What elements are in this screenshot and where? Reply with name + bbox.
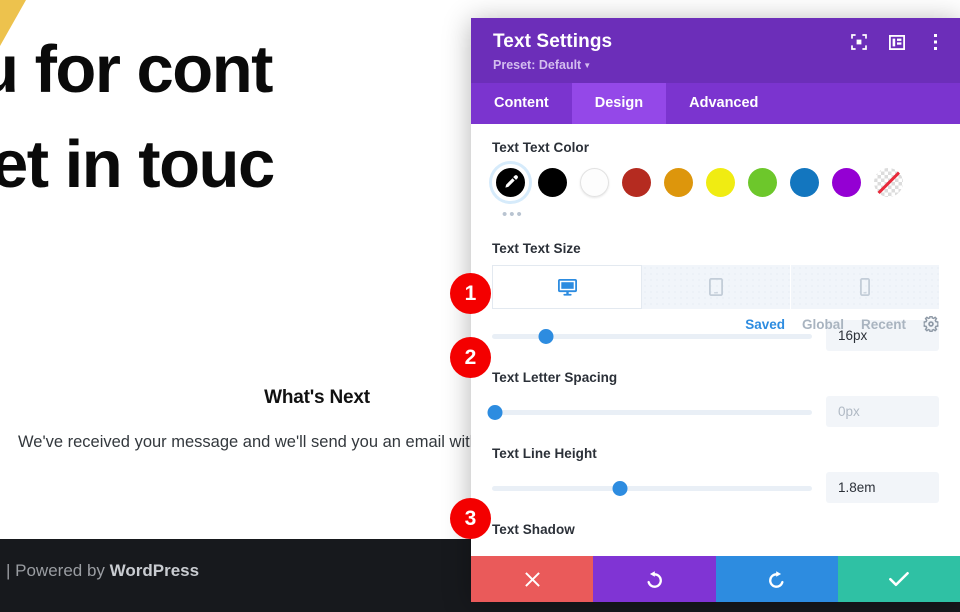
label-text-size: Text Text Size (492, 241, 581, 256)
swatch-green-wrap (744, 164, 781, 201)
line-height-value[interactable]: 1.8em (826, 472, 939, 503)
palette-tab-recent[interactable]: Recent (861, 317, 906, 332)
swatch-white[interactable] (580, 168, 609, 197)
undo-button[interactable] (593, 556, 716, 602)
label-line-height: Text Line Height (492, 446, 597, 461)
text-size-slider[interactable] (492, 327, 812, 345)
modal-footer (471, 556, 960, 602)
device-toggle-group (492, 265, 939, 309)
swatch-blue-wrap (786, 164, 823, 201)
swatch-black[interactable] (538, 168, 567, 197)
modal-tabs: Content Design Advanced (471, 83, 960, 124)
eyedropper-icon (505, 175, 518, 188)
device-tab-phone[interactable] (791, 265, 939, 309)
modal-body: Text Text Color ••• Saved Global Recent … (471, 124, 960, 556)
modal-header-icons (850, 33, 944, 51)
device-tab-desktop[interactable] (492, 265, 642, 309)
preset-selector[interactable]: Preset: Default ▼ (493, 58, 938, 72)
tab-advanced[interactable]: Advanced (666, 83, 781, 124)
swatch-white-wrap (576, 164, 613, 201)
more-colors-icon[interactable]: ••• (502, 207, 939, 222)
line-height-slider-thumb[interactable] (612, 480, 628, 496)
footer-brand: WordPress (109, 561, 200, 580)
swatch-purple-wrap (828, 164, 865, 201)
swatch-green[interactable] (748, 168, 777, 197)
swatch-purple[interactable] (832, 168, 861, 197)
redo-icon (769, 570, 784, 588)
swatch-yellow[interactable] (706, 168, 735, 197)
annotation-badge-1: 1 (450, 273, 491, 314)
swatch-transparent-wrap (870, 164, 907, 201)
line-height-slider-track (492, 485, 812, 491)
line-height-slider-row: 1.8em (492, 472, 939, 503)
color-picker-wrap (492, 164, 529, 201)
swatch-black-wrap (534, 164, 571, 201)
check-icon (888, 571, 909, 587)
tab-design[interactable]: Design (571, 83, 667, 124)
chevron-down-icon: ▼ (583, 61, 592, 70)
eyedropper-swatch[interactable] (492, 164, 529, 201)
swatch-dark-red[interactable] (622, 168, 651, 197)
cancel-button[interactable] (471, 556, 594, 602)
color-swatch-row (492, 164, 939, 201)
label-text-color: Text Text Color (492, 140, 590, 155)
tablet-icon (709, 278, 723, 296)
undo-icon (647, 570, 662, 588)
letter-spacing-value[interactable]: 0px (826, 396, 939, 427)
swatch-blue[interactable] (790, 168, 819, 197)
letter-spacing-slider-track (492, 409, 812, 415)
device-tab-tablet[interactable] (642, 265, 791, 309)
swatch-orange-wrap (660, 164, 697, 201)
redo-button[interactable] (715, 556, 838, 602)
footer-credit-prefix: | Powered by (6, 561, 110, 580)
line-height-slider[interactable] (492, 479, 812, 497)
annotation-badge-2: 2 (450, 337, 491, 378)
focus-icon[interactable] (850, 33, 868, 51)
annotation-badge-3: 3 (450, 498, 491, 539)
footer-credit: | Powered by WordPress (6, 561, 199, 581)
text-settings-modal: Text Settings Preset: Default ▼ Content … (471, 18, 960, 602)
preset-label: Preset: Default (493, 58, 582, 72)
layout-panel-icon[interactable] (888, 33, 906, 51)
letter-spacing-slider-row: 0px (487, 396, 939, 427)
modal-header: Text Settings Preset: Default ▼ (471, 18, 960, 83)
desktop-icon (557, 278, 577, 296)
save-button[interactable] (837, 556, 960, 602)
text-size-slider-thumb[interactable] (538, 328, 554, 344)
label-letter-spacing: Text Letter Spacing (492, 370, 618, 385)
letter-spacing-slider-thumb[interactable] (487, 404, 503, 420)
more-vertical-icon[interactable] (926, 33, 944, 51)
close-icon (524, 571, 540, 587)
phone-icon (860, 278, 870, 296)
swatch-dark-red-wrap (618, 164, 655, 201)
swatch-yellow-wrap (702, 164, 739, 201)
swatch-orange[interactable] (664, 168, 693, 197)
letter-spacing-slider[interactable] (487, 403, 812, 421)
tab-content[interactable]: Content (471, 83, 572, 124)
swatch-transparent[interactable] (874, 168, 903, 197)
gear-icon[interactable] (923, 316, 939, 332)
label-text-shadow: Text Shadow (492, 522, 575, 537)
